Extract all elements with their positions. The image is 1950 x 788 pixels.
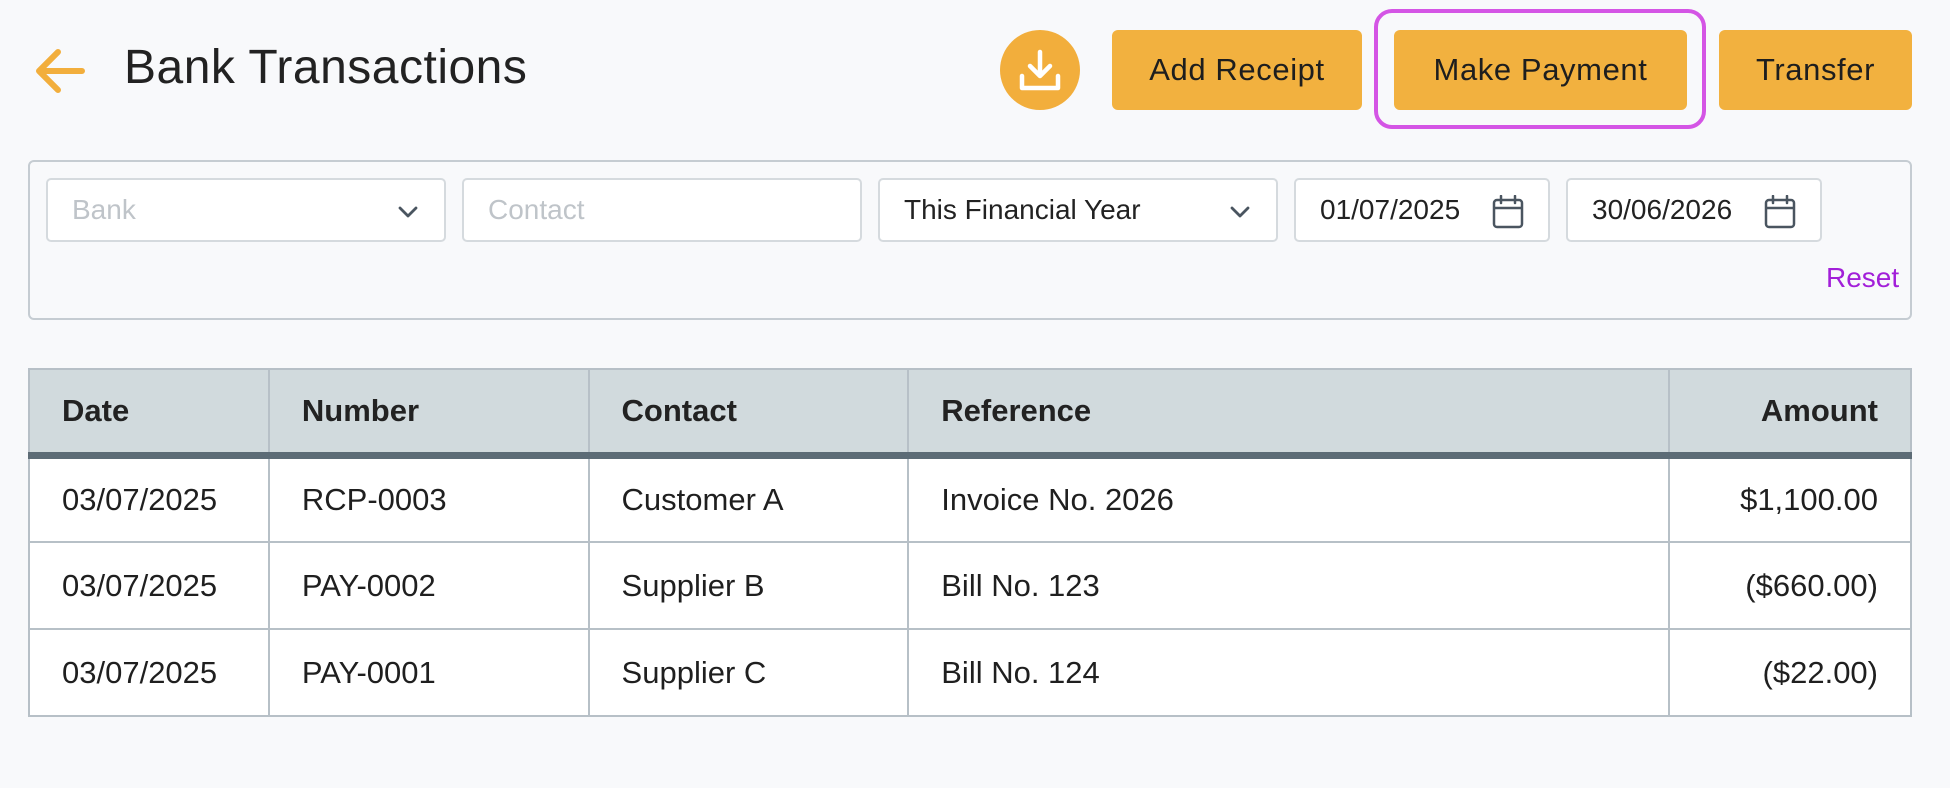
cell-amount: $1,100.00 xyxy=(1668,454,1912,543)
arrow-left-icon xyxy=(36,49,85,93)
table-header-row: Date Number Contact Reference Amount xyxy=(28,368,1912,459)
cell-contact: Supplier B xyxy=(587,541,910,630)
cell-amount: ($660.00) xyxy=(1668,541,1912,630)
cell-number: RCP-0003 xyxy=(267,454,590,543)
transfer-button[interactable]: Transfer xyxy=(1719,30,1912,110)
column-header-amount[interactable]: Amount xyxy=(1668,368,1912,459)
date-to-field[interactable]: 30/06/2026 xyxy=(1566,178,1822,242)
cell-date: 03/07/2025 xyxy=(28,541,270,630)
cell-number: PAY-0001 xyxy=(267,628,590,717)
download-button[interactable] xyxy=(1000,30,1080,110)
cell-amount: ($22.00) xyxy=(1668,628,1912,717)
chevron-down-icon xyxy=(398,206,418,218)
calendar-icon[interactable] xyxy=(1764,195,1796,229)
cell-reference: Bill No. 124 xyxy=(907,628,1671,717)
date-from-value: 01/07/2025 xyxy=(1320,194,1461,225)
bank-select[interactable]: Bank xyxy=(46,178,446,242)
period-value: This Financial Year xyxy=(904,194,1141,225)
contact-input[interactable] xyxy=(488,194,828,226)
back-button[interactable] xyxy=(30,40,86,102)
column-header-contact[interactable]: Contact xyxy=(587,368,910,459)
reset-link[interactable]: Reset xyxy=(1826,262,1899,294)
date-to-value: 30/06/2026 xyxy=(1592,194,1733,225)
chevron-down-icon xyxy=(1230,206,1250,218)
cell-date: 03/07/2025 xyxy=(28,628,270,717)
contact-field[interactable] xyxy=(462,178,862,242)
add-receipt-button[interactable]: Add Receipt xyxy=(1112,30,1362,110)
table-row[interactable]: 03/07/2025 PAY-0001 Supplier C Bill No. … xyxy=(28,628,1912,717)
cell-contact: Customer A xyxy=(587,454,910,543)
column-header-date[interactable]: Date xyxy=(28,368,270,459)
download-icon xyxy=(1019,49,1061,91)
table-row[interactable]: 03/07/2025 RCP-0003 Customer A Invoice N… xyxy=(28,454,1912,543)
calendar-icon[interactable] xyxy=(1492,195,1524,229)
make-payment-button[interactable]: Make Payment xyxy=(1394,30,1687,110)
cell-number: PAY-0002 xyxy=(267,541,590,630)
cell-reference: Bill No. 123 xyxy=(907,541,1671,630)
cell-date: 03/07/2025 xyxy=(28,454,270,543)
cell-reference: Invoice No. 2026 xyxy=(907,454,1671,543)
bank-placeholder: Bank xyxy=(72,194,136,225)
date-from-field[interactable]: 01/07/2025 xyxy=(1294,178,1550,242)
column-header-reference[interactable]: Reference xyxy=(907,368,1671,459)
period-select[interactable]: This Financial Year xyxy=(878,178,1278,242)
table-row[interactable]: 03/07/2025 PAY-0002 Supplier B Bill No. … xyxy=(28,541,1912,630)
transactions-table: Date Number Contact Reference Amount 03/… xyxy=(28,368,1912,717)
column-header-number[interactable]: Number xyxy=(267,368,590,459)
page-title: Bank Transactions xyxy=(124,41,528,94)
cell-contact: Supplier C xyxy=(587,628,910,717)
